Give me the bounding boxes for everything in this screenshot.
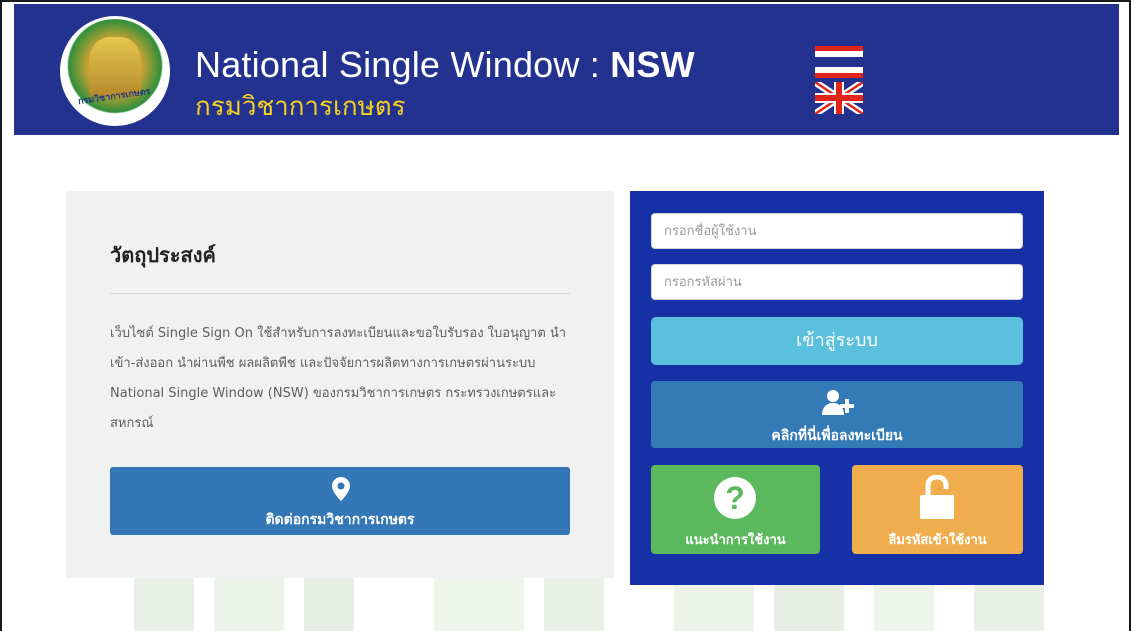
uk-flag-icon[interactable] <box>815 82 863 114</box>
department-logo[interactable]: กรมวิชาการเกษตร <box>60 16 170 126</box>
forgot-password-button[interactable]: ลืมรหัสเข้าใช้งาน <box>852 465 1023 554</box>
thai-flag-icon[interactable] <box>815 46 863 78</box>
add-user-icon <box>822 390 854 415</box>
register-button[interactable]: คลิกที่นี่เพื่อลงทะเบียน <box>651 381 1023 448</box>
objective-panel: วัตถุประสงค์ เว็บไซต์ Single Sign On ใช้… <box>66 191 614 578</box>
forgot-password-label: ลืมรหัสเข้าใช้งาน <box>888 533 987 548</box>
site-header: กรมวิชาการเกษตร National Single Window :… <box>14 4 1119 135</box>
contact-button-label: ติดต่อกรมวิชาการเกษตร <box>265 512 415 528</box>
login-button[interactable]: เข้าสู่ระบบ <box>651 317 1023 365</box>
objective-divider <box>110 293 570 294</box>
site-title-prefix: National Single Window : <box>195 44 611 85</box>
page-frame: กรมวิชาการเกษตร National Single Window :… <box>0 0 1131 631</box>
question-circle-icon: ? <box>714 477 756 519</box>
login-panel: เข้าสู่ระบบ คลิกที่นี่เพื่อลงทะเบียน ? แ… <box>630 191 1044 585</box>
objective-description: เว็บไซต์ Single Sign On ใช้สำหรับการลงทะ… <box>110 326 567 431</box>
register-button-label: คลิกที่นี่เพื่อลงทะเบียน <box>771 428 903 444</box>
site-title-strong: NSW <box>610 44 695 85</box>
site-subtitle: กรมวิชาการเกษตร <box>195 92 406 122</box>
map-marker-icon <box>332 477 350 501</box>
contact-department-button[interactable]: ติดต่อกรมวิชาการเกษตร <box>110 467 570 535</box>
username-input[interactable] <box>651 213 1023 249</box>
password-input[interactable] <box>651 264 1023 300</box>
user-guide-button[interactable]: ? แนะนำการใช้งาน <box>651 465 820 554</box>
objective-title: วัตถุประสงค์ <box>110 243 216 267</box>
site-title: National Single Window : NSW <box>195 44 695 86</box>
logo-ring-text: กรมวิชาการเกษตร <box>77 87 152 108</box>
unlock-icon <box>920 475 954 519</box>
user-guide-label: แนะนำการใช้งาน <box>685 533 786 548</box>
